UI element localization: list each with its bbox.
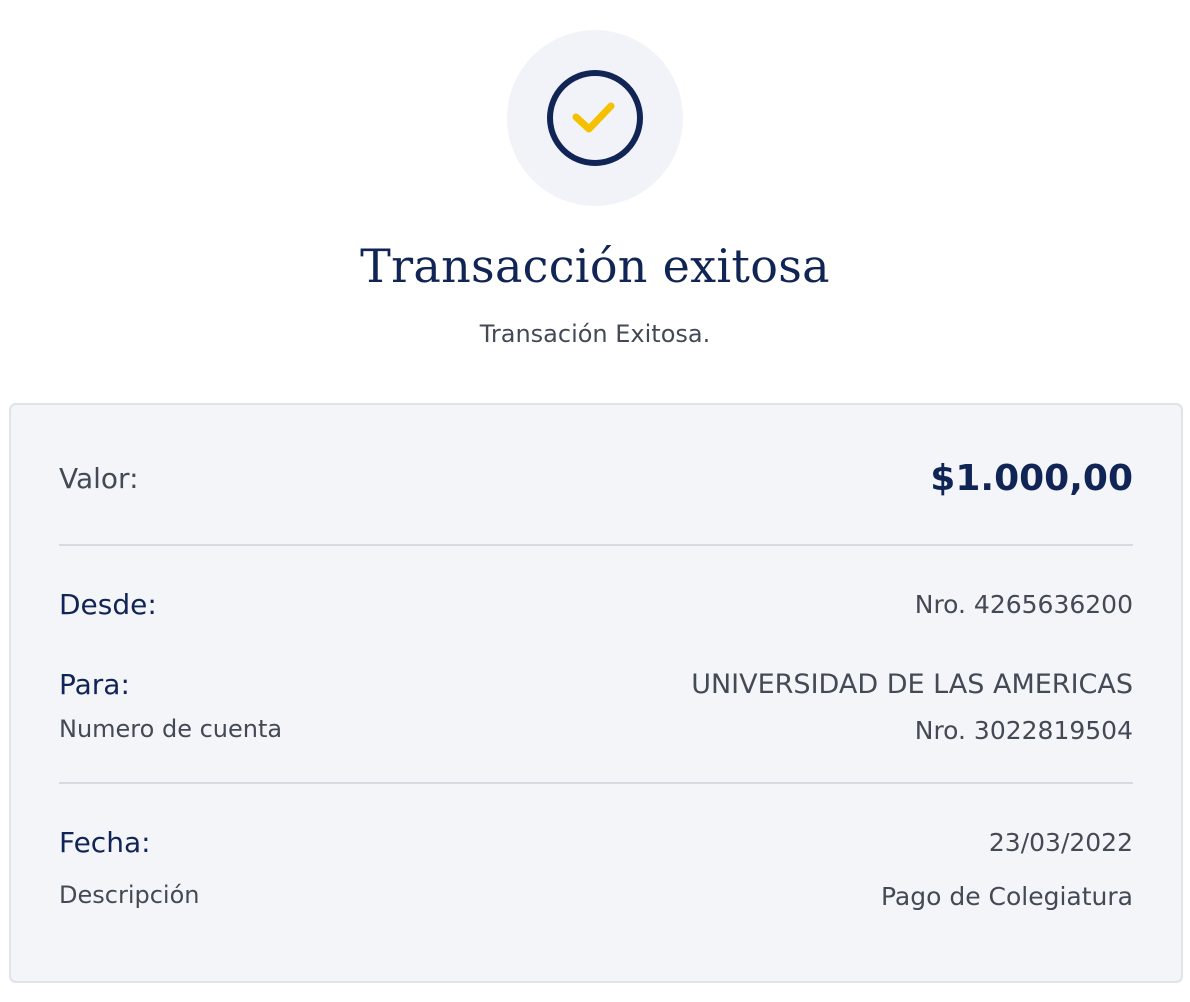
date-label: Fecha: [59,826,151,859]
status-message: Transación Exitosa. [479,320,711,348]
amount-value: $1.000,00 [930,458,1133,499]
account-number-value: Nro. 3022819504 [914,716,1133,745]
divider [59,544,1133,546]
check-circle-icon [547,70,643,166]
description-row: Descripción Pago de Colegiatura [59,877,1133,917]
divider [59,782,1133,784]
account-number-label: Numero de cuenta [59,715,283,743]
description-value: Pago de Colegiatura [880,882,1133,911]
to-beneficiary-value: UNIVERSIDAD DE LAS AMERICAS [691,669,1133,700]
account-number-row: Numero de cuenta Nro. 3022819504 [59,711,1133,751]
transaction-details-card: Valor: $1.000,00 Desde: Nro. 4265636200 … [9,403,1183,983]
page-title: Transacción exitosa [360,239,830,293]
from-account-value: Nro. 4265636200 [914,590,1133,619]
description-label: Descripción [59,881,200,909]
from-label: Desde: [59,588,157,621]
to-row: Para: UNIVERSIDAD DE LAS AMERICAS [59,665,1133,705]
to-label: Para: [59,668,130,701]
amount-row: Valor: $1.000,00 [59,459,1133,499]
amount-label: Valor: [59,462,139,495]
success-badge [507,30,683,206]
date-value: 23/03/2022 [988,828,1133,857]
date-row: Fecha: 23/03/2022 [59,823,1133,863]
from-row: Desde: Nro. 4265636200 [59,585,1133,625]
